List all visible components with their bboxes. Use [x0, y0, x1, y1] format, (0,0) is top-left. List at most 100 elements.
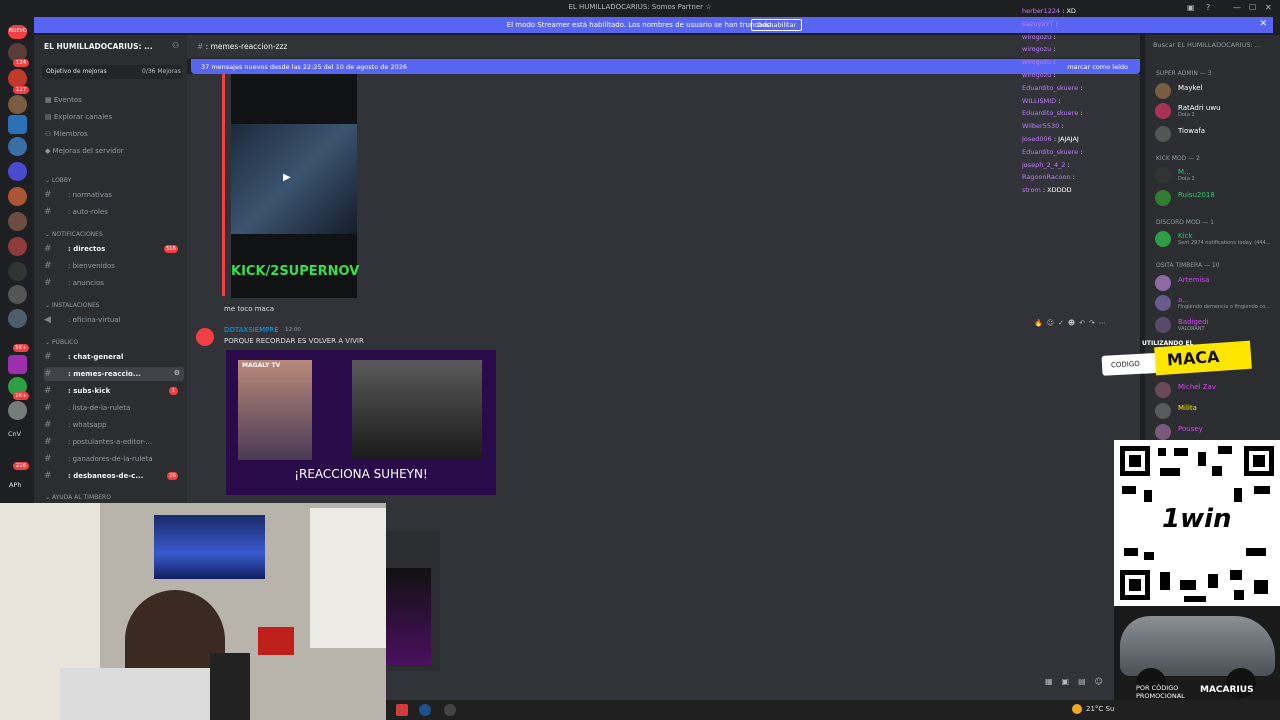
microphone: [210, 653, 250, 720]
channel-normativas[interactable]: #: normativas: [44, 188, 184, 202]
channel-oficina-virtual[interactable]: ◀: oficina-virtual: [44, 313, 184, 327]
channel-auto-roles[interactable]: #: auto-roles: [44, 205, 184, 219]
category-publico[interactable]: ⌄ PÚBLICO: [45, 339, 78, 346]
message-text: PORQUE RECORDAR ES VOLVER A VIVIR: [224, 337, 364, 345]
stream-chat-user: KazuyaYT: [1022, 19, 1054, 28]
mention-badge: 1: [169, 387, 178, 395]
qr-code: 1win: [1114, 440, 1280, 606]
server-icon[interactable]: [8, 285, 27, 304]
server-icon[interactable]: [8, 309, 27, 328]
category-lobby[interactable]: ⌄ LOBBY: [45, 177, 71, 184]
member-item[interactable]: Artemisa: [1155, 274, 1275, 292]
server-icon[interactable]: [8, 355, 27, 374]
nav-server-boosts[interactable]: ◆ Mejoras del servidor: [45, 147, 124, 155]
server-badge: 127: [13, 86, 29, 94]
search-field[interactable]: Buscar EL HUMILLADOCARIUS: ...: [1153, 41, 1275, 53]
promo-code-highlight: MACA: [1154, 340, 1252, 376]
video-thumbnail: [238, 360, 312, 460]
steam-icon[interactable]: [419, 704, 431, 716]
category-instalaciones[interactable]: ⌄ INSTALACIONES: [45, 302, 100, 309]
server-icon[interactable]: [8, 162, 27, 181]
member-item[interactable]: Badigedi VALORANT: [1155, 316, 1275, 334]
member-item[interactable]: Tiowafa: [1155, 125, 1275, 143]
server-label[interactable]: CnV: [8, 430, 21, 438]
close-banner-icon[interactable]: ✕: [1259, 19, 1267, 29]
channel-ganadores[interactable]: #: ganadores-de-la-ruleta: [44, 452, 184, 466]
stream-chat-user: joseph_2_4_2: [1022, 160, 1066, 169]
category-notificaciones[interactable]: ⌄ NOTIFICACIONES: [45, 231, 103, 238]
server-icon[interactable]: [8, 95, 27, 114]
stream-chat-line: herber1224 : XD: [1022, 7, 1076, 15]
new-messages-bar[interactable]: 37 mensajes nuevos desde las 22:25 del 1…: [191, 59, 1140, 74]
video-embed[interactable]: ▶ KICK/2SUPERNOV: [231, 74, 359, 298]
help-icon[interactable]: ?: [1206, 3, 1210, 12]
stream-chat-overlay: herber1224 : XD KazuyaYT : wirogozu : wirog…: [1015, 3, 1145, 198]
nav-events[interactable]: ▦ Eventos: [45, 96, 82, 104]
member-item[interactable]: M... Dota 2: [1155, 166, 1275, 184]
play-icon[interactable]: ▶: [283, 172, 291, 183]
composer-icons[interactable]: ▦▣▤☺: [1045, 677, 1112, 686]
role-header: OSITA TIMBERA — 10: [1156, 262, 1220, 269]
nav-browse-channels[interactable]: ▤ Explorar canales: [45, 113, 112, 121]
channel-anuncios[interactable]: #: anuncios: [44, 276, 184, 290]
disable-streamer-button[interactable]: Deshabilitar: [751, 19, 803, 31]
stream-chat-user: Josed006: [1022, 135, 1052, 143]
channel-chat-general[interactable]: #: chat-general: [44, 350, 184, 364]
add-member-icon[interactable]: ⚇: [172, 41, 179, 50]
server-icon[interactable]: [8, 137, 27, 156]
server-icon[interactable]: [8, 401, 27, 420]
stream-chat-line: RagoonRacoon :: [1022, 173, 1075, 181]
boost-goal-value: 0/36 Mejoras: [142, 68, 181, 75]
message-author[interactable]: DOTAXSIEMPRE: [224, 326, 279, 334]
server-label[interactable]: APh: [9, 481, 22, 489]
close-window-button[interactable]: ✕: [1265, 3, 1272, 12]
avatar: [1155, 190, 1171, 206]
boost-goal[interactable]: Objetivo de mejoras 0/36 Mejoras: [42, 65, 182, 79]
avatar: [1155, 83, 1171, 99]
channel-lista-de-la-ruleta[interactable]: #: lista-de-la-ruleta: [44, 401, 184, 415]
weather-text: 21°C Su: [1086, 705, 1115, 713]
member-item[interactable]: a... Fingiendo demencia o fingiendo co...: [1155, 294, 1275, 312]
embed-caption: ¡REACCIONA SUHEYN!: [294, 467, 428, 481]
message-list: ▶ KICK/2SUPERNOV me toco maca DOTAXSIEMP…: [187, 74, 1140, 503]
message-action-icons[interactable]: 🔥☺✓☻↶↷⋯: [1034, 319, 1110, 327]
inbox-icon[interactable]: ▣: [1187, 3, 1195, 12]
nav-members[interactable]: ⚇ Miembros: [45, 130, 88, 138]
member-item[interactable]: Maykel: [1155, 82, 1275, 100]
stream-chat-line: Eduardito_skuere :: [1022, 148, 1082, 156]
settings-icon[interactable]: ⚙: [174, 369, 180, 377]
member-item[interactable]: Pousey: [1155, 423, 1275, 441]
members-icon: ⚇: [45, 130, 54, 138]
server-icon[interactable]: [8, 262, 27, 281]
member-item[interactable]: Ruisu2018: [1155, 189, 1275, 207]
new-badge[interactable]: NUEVO: [8, 25, 27, 39]
attachment-image[interactable]: [386, 568, 431, 666]
video-embed[interactable]: MAGALY TV ¡REACCIONA SUHEYN!: [226, 350, 496, 495]
member-item[interactable]: Kick Sent 2974 notifications today. (444.…: [1155, 230, 1275, 248]
channel-bienvenidos[interactable]: #: bienvenidos: [44, 259, 184, 273]
channel-subs-kick[interactable]: #: subs-kick 1: [44, 384, 184, 398]
channel-desbaneos[interactable]: #: desbaneos-de-c... 26: [44, 469, 184, 483]
obs-icon[interactable]: [444, 704, 456, 716]
server-icon[interactable]: [8, 237, 27, 256]
channel-directos[interactable]: #: directos 316: [44, 242, 184, 256]
maximize-button[interactable]: ☐: [1249, 3, 1256, 12]
server-name[interactable]: EL HUMILLADOCARIUS: ...: [44, 42, 153, 51]
avatar: [1155, 382, 1171, 398]
member-item[interactable]: Michel Zav: [1155, 381, 1275, 399]
server-icon[interactable]: [8, 187, 27, 206]
stream-chat-message: :: [1053, 58, 1056, 67]
member-item[interactable]: Milita: [1155, 402, 1275, 420]
taskbar-app-icon[interactable]: [396, 704, 408, 716]
stream-chat-message: :: [1080, 83, 1083, 92]
server-icon[interactable]: [8, 115, 27, 134]
channel-whatsapp[interactable]: #: whatsapp: [44, 418, 184, 432]
channel-postulantes[interactable]: #: postulantes-a-editor-...: [44, 435, 184, 449]
stream-chat-user: Eduardito_skuere: [1022, 83, 1079, 92]
member-item[interactable]: RatAdri uwu Dota 2: [1155, 102, 1275, 120]
channel-memes-reaccion[interactable]: #: memes-reaccio... ⚙: [44, 367, 184, 381]
minimize-button[interactable]: —: [1233, 3, 1241, 12]
avatar[interactable]: [196, 328, 214, 346]
category-ayuda[interactable]: ⌄ AYUDA AL TIMBERO: [45, 494, 111, 501]
server-icon[interactable]: [8, 212, 27, 231]
